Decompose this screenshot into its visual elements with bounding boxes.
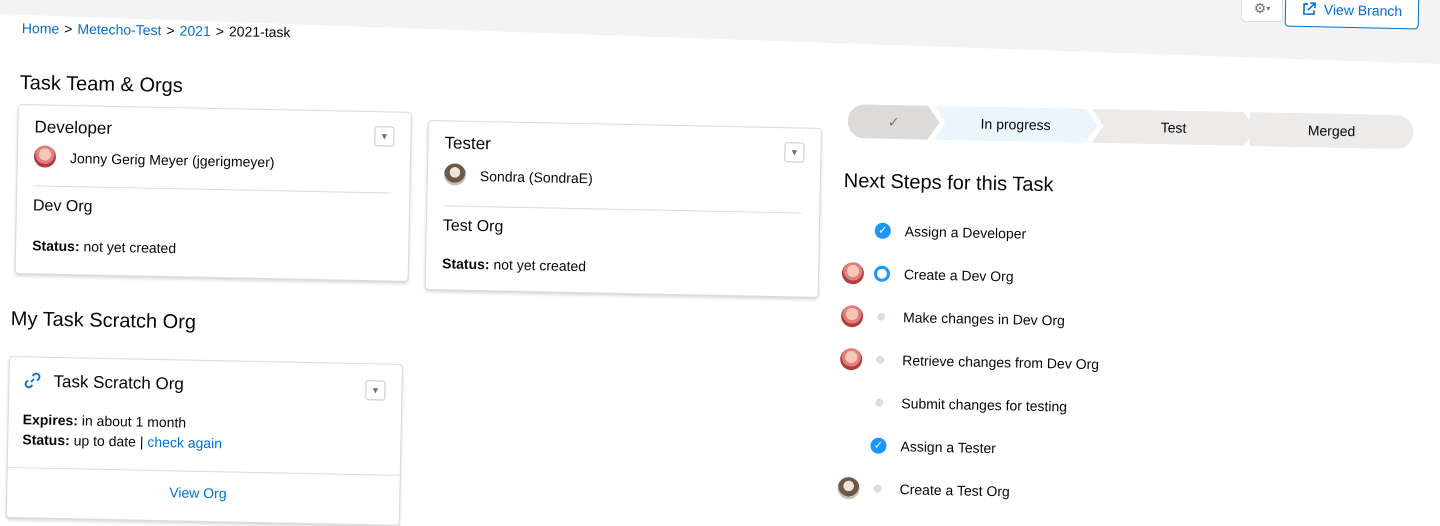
breadcrumb-separator: >: [215, 23, 225, 40]
status-value: not yet created: [493, 256, 587, 275]
tester-avatar: [837, 476, 860, 500]
gear-icon: ⚙: [1253, 0, 1267, 16]
developer-avatar: [839, 347, 863, 371]
step-label: Retrieve changes from Dev Org: [902, 352, 1100, 373]
dev-org-status: Status: not yet created: [32, 237, 176, 256]
status-value: up to date |: [73, 432, 144, 450]
developer-user-name: Jonny Gerig Meyer (jgerigmeyer): [69, 150, 275, 171]
step-item: ✓ Assign a Tester: [838, 433, 1398, 468]
chevron-down-icon: ▼: [379, 131, 389, 142]
expires-value: in about 1 month: [81, 412, 187, 431]
developer-avatar: [33, 145, 57, 168]
view-branch-label: View Branch: [1323, 1, 1403, 20]
path-stage-complete[interactable]: ✓: [847, 104, 940, 140]
breadcrumb-project[interactable]: Metecho-Test: [77, 21, 161, 38]
step-item: ✓ Assign a Developer: [843, 218, 1403, 253]
path-stage-merged[interactable]: Merged: [1249, 112, 1414, 150]
step-label: Submit changes for testing: [901, 395, 1068, 415]
path-stage-label: Test: [1160, 119, 1187, 136]
path-stage-label: Merged: [1307, 122, 1356, 140]
step-item: Submit changes for testing: [839, 390, 1399, 425]
status-value: not yet created: [83, 238, 177, 257]
divider: [33, 185, 392, 194]
status-label: Status:: [22, 431, 70, 449]
step-label: Create a Dev Org: [903, 266, 1014, 285]
team-section-title: Task Team & Orgs: [19, 72, 184, 98]
status-label: Status:: [441, 255, 490, 273]
expires-label: Expires:: [22, 411, 79, 429]
test-org-title: Test Org: [442, 217, 504, 236]
path-stage-label: In progress: [980, 115, 1051, 134]
next-steps-section: Next Steps for this Task ✓ Assign a Deve…: [837, 170, 1440, 499]
step-item: Retrieve changes from Dev Org: [839, 347, 1400, 382]
step-item: Create a Test Org: [837, 476, 1397, 511]
chevron-down-icon: ▼: [789, 147, 799, 158]
breadcrumb-separator: >: [64, 20, 73, 37]
tester-card-title: Tester: [444, 133, 492, 154]
pending-step-icon: [873, 484, 882, 493]
breadcrumb-home[interactable]: Home: [22, 20, 60, 37]
next-steps-title: Next Steps for this Task: [843, 170, 1054, 197]
scratch-org-card: Task Scratch Org ▼ Expires: in about 1 m…: [5, 356, 403, 526]
path-stage-test[interactable]: Test: [1091, 109, 1256, 146]
check-icon: ✓: [887, 113, 900, 130]
chevron-down-icon: ▼: [370, 385, 380, 396]
check-circle-icon: ✓: [870, 437, 887, 454]
tester-dropdown-button[interactable]: ▼: [784, 142, 805, 163]
tester-user-name: Sondra (SondraE): [479, 168, 593, 187]
developer-avatar: [841, 261, 865, 285]
tester-avatar: [443, 163, 467, 186]
step-label: Assign a Developer: [904, 223, 1027, 242]
chevron-down-icon: ▾: [1266, 3, 1271, 13]
test-org-status: Status: not yet created: [442, 255, 586, 274]
developer-card-title: Developer: [34, 117, 113, 138]
tester-card: Tester ▼ Sondra (SondraE) Test Org Statu…: [424, 120, 822, 298]
pending-step-icon: [875, 398, 884, 407]
developer-avatar: [840, 304, 864, 328]
link-icon: [24, 372, 41, 389]
scratch-org-expires: Expires: in about 1 month: [23, 411, 187, 430]
active-step-icon: [873, 265, 891, 282]
breadcrumb-current: 2021-task: [228, 23, 291, 41]
pending-step-icon: [876, 312, 886, 321]
scratch-org-dropdown-button[interactable]: ▼: [365, 380, 386, 401]
step-label: Assign a Tester: [900, 438, 997, 457]
scratch-org-status: Status: up to date | check again: [22, 431, 222, 451]
status-label: Status:: [32, 237, 80, 255]
scratch-org-card-title: Task Scratch Org: [53, 371, 185, 394]
view-org-link[interactable]: View Org: [169, 484, 227, 501]
pending-step-icon: [876, 355, 885, 364]
developer-dropdown-button[interactable]: ▼: [374, 126, 395, 147]
external-link-icon: [1302, 2, 1316, 16]
step-label: Make changes in Dev Org: [902, 309, 1066, 329]
step-item: Make changes in Dev Org: [840, 304, 1401, 339]
path-stage-in-progress[interactable]: In progress: [933, 106, 1098, 143]
step-item: Create a Dev Org: [841, 261, 1402, 296]
divider: [443, 205, 802, 214]
scratch-section-title: My Task Scratch Org: [10, 308, 197, 334]
task-status-path: ✓ In progress Test Merged: [847, 104, 1414, 151]
breadcrumb-epic[interactable]: 2021: [180, 22, 211, 38]
dev-org-title: Dev Org: [32, 197, 93, 216]
check-again-link[interactable]: check again: [147, 434, 222, 451]
view-branch-button[interactable]: View Branch: [1284, 0, 1420, 30]
settings-menu-button[interactable]: ⚙ ▾: [1241, 0, 1283, 22]
divider: [7, 466, 400, 476]
breadcrumb: Home > Metecho-Test >2021 >2021-task: [22, 20, 291, 40]
check-circle-icon: ✓: [874, 222, 891, 239]
breadcrumb-separator: >: [166, 22, 175, 39]
developer-card: Developer ▼ Jonny Gerig Meyer (jgerigmey…: [14, 104, 412, 282]
step-label: Create a Test Org: [899, 481, 1010, 500]
